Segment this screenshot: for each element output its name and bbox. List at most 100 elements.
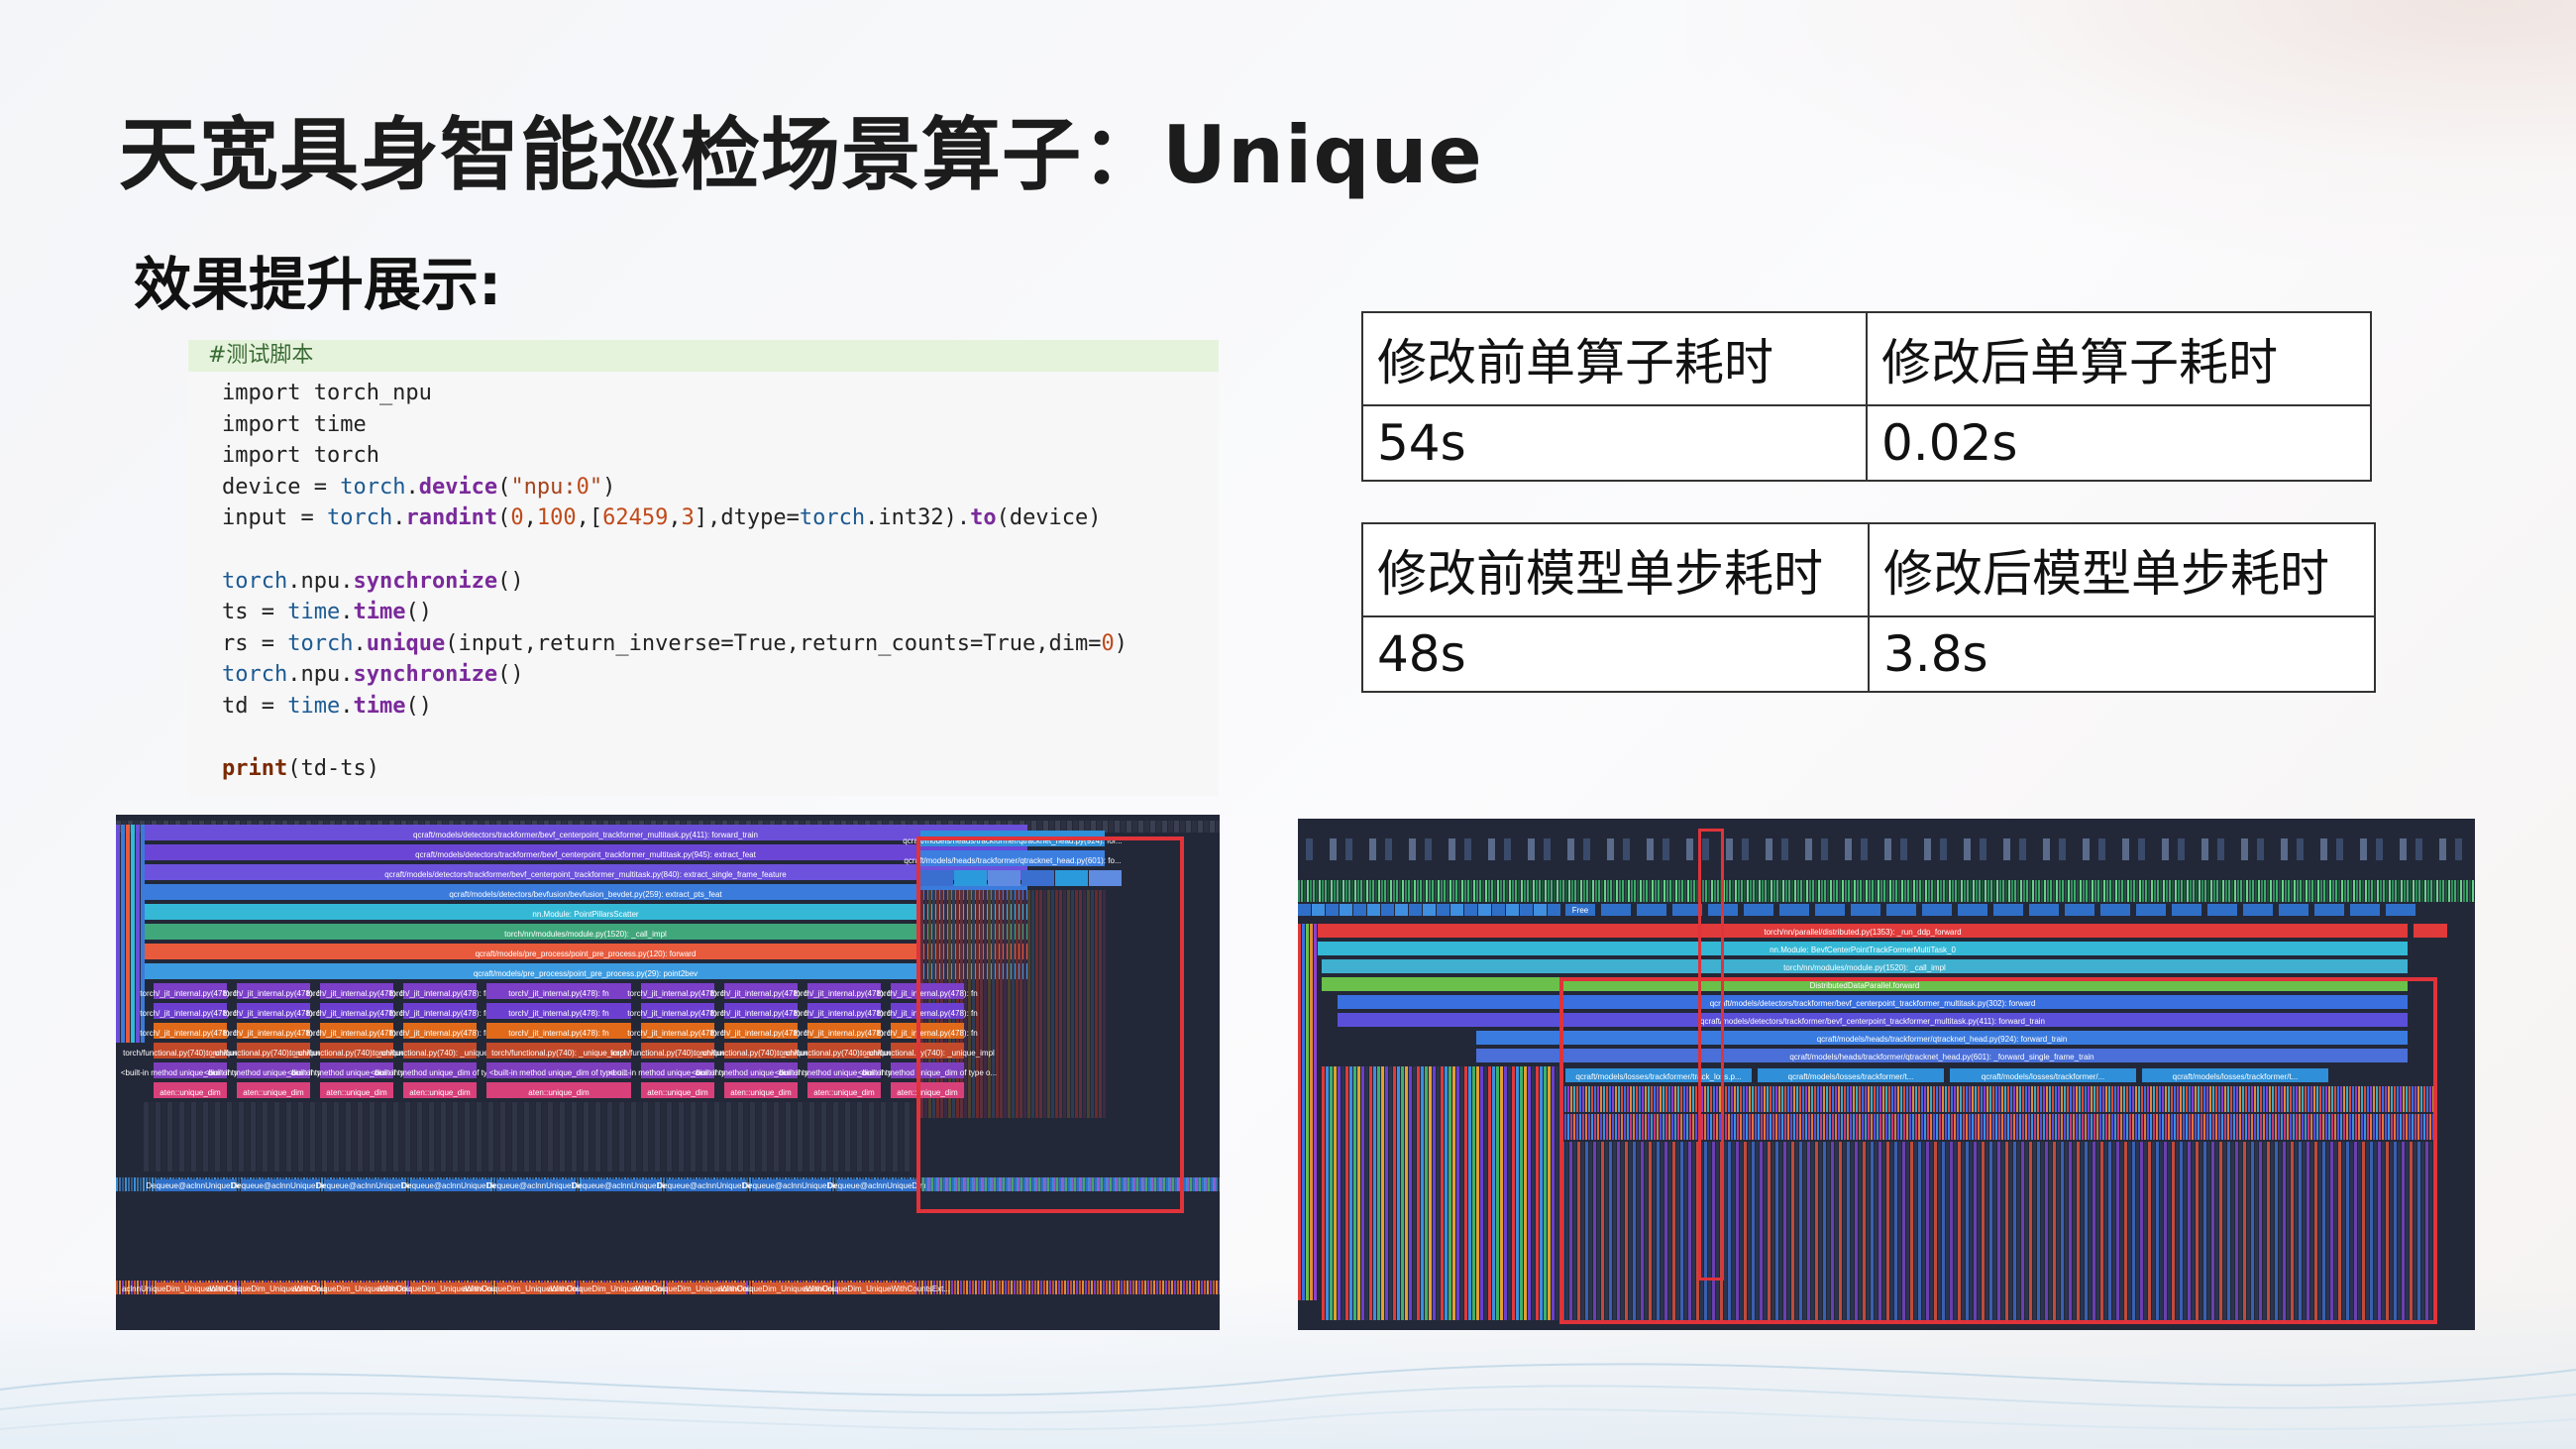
green-activity [1664, 880, 1665, 902]
green-activity [1652, 880, 1654, 902]
idle-area [399, 1102, 404, 1171]
sparse-ticks [1377, 838, 1384, 860]
idle-area [161, 1102, 166, 1171]
sparse-ticks [1663, 838, 1669, 860]
sparse-ticks [1361, 838, 1368, 860]
sparse-ticks [2360, 838, 2367, 860]
idle-area [197, 1102, 202, 1171]
sparse-ticks [1298, 838, 1305, 860]
idle-area [613, 1102, 618, 1171]
green-activity [2297, 880, 2299, 902]
green-activity [1842, 880, 1844, 902]
green-activity [1417, 880, 1419, 902]
idle-area [483, 1102, 487, 1171]
sparse-ticks [2114, 838, 2121, 860]
green-activity [1788, 880, 1790, 902]
model-step-time-table: 修改前模型单步耗时 修改后模型单步耗时 48s 3.8s [1361, 522, 2376, 693]
early-stack [1334, 1066, 1337, 1320]
green-activity [2276, 880, 2278, 902]
flame-bar-label: aten::unique_dim [243, 1088, 304, 1097]
sparse-ticks [2130, 838, 2137, 860]
early-stack [1496, 1066, 1499, 1320]
idle-area [536, 1102, 541, 1171]
aclnn-track [1097, 1281, 1099, 1294]
green-activity [1821, 880, 1823, 902]
background-decoration [1684, 0, 2576, 258]
green-activity [2353, 880, 2355, 902]
green-activity [1946, 880, 1948, 902]
idle-area [471, 1102, 476, 1171]
sparse-ticks [1916, 838, 1923, 860]
aclnn-track [1037, 1281, 1039, 1294]
dequeue-track [131, 1177, 133, 1191]
sparse-ticks [1512, 838, 1519, 860]
green-activity [1806, 880, 1808, 902]
dequeue-dense [1196, 1177, 1198, 1191]
free-cells-left [1409, 904, 1422, 916]
free-cells-left [1367, 904, 1380, 916]
green-activity [2413, 880, 2415, 902]
green-activity [2460, 880, 2462, 902]
idle-area [809, 1102, 814, 1171]
free-cell [2386, 904, 2415, 916]
green-activity [1562, 880, 1564, 902]
idle-area [280, 1102, 285, 1171]
free-cells-left [1353, 904, 1366, 916]
sparse-ticks [1837, 838, 1844, 860]
profiler-after-screenshot: Free torch/nn/parallel/distributed.py(135… [1298, 819, 2475, 1330]
green-activity [1655, 880, 1657, 902]
green-activity [1337, 880, 1339, 902]
timeline-ruler [1156, 821, 1161, 833]
sparse-ticks [1544, 838, 1551, 860]
sparse-ticks [2067, 838, 2074, 860]
flame-bar-label: torch/_jit_internal.py(478): fn [508, 1029, 608, 1038]
green-activity [2323, 880, 2325, 902]
green-activity [1423, 880, 1425, 902]
sparse-ticks [2011, 838, 2018, 860]
free-cell [2065, 904, 2094, 916]
green-activity [2127, 880, 2129, 902]
aclnn-track [1165, 1281, 1167, 1294]
green-activity [1839, 880, 1841, 902]
free-cell [1779, 904, 1809, 916]
header-before-model: 修改前模型单步耗时 [1361, 522, 1870, 617]
idle-area [251, 1102, 256, 1171]
green-activity [2374, 880, 2376, 902]
free-cell [1993, 904, 2023, 916]
green-activity [2240, 880, 2242, 902]
green-activity [1610, 880, 1612, 902]
aclnn-track [960, 1281, 962, 1294]
idle-area [512, 1102, 517, 1171]
green-activity [1542, 880, 1544, 902]
timeline-ruler [1115, 821, 1120, 833]
early-stack [1516, 1066, 1519, 1320]
aclnn-track [1076, 1281, 1078, 1294]
operator-time-table: 修改前单算子耗时 修改后单算子耗时 54s 0.02s [1361, 311, 2372, 482]
green-activity [1898, 880, 1900, 902]
free-cells-left [1534, 904, 1547, 916]
sparse-ticks [1845, 838, 1852, 860]
early-stack [1540, 1066, 1543, 1320]
green-activity [2279, 880, 2281, 902]
timeline-ruler [1150, 821, 1155, 833]
dequeue-dense [1190, 1177, 1192, 1191]
idle-area [845, 1102, 850, 1171]
free-cells-left [1520, 904, 1533, 916]
green-activity [2038, 880, 2040, 902]
green-activity [1476, 880, 1478, 902]
green-activity [2080, 880, 2082, 902]
green-activity [2222, 880, 2224, 902]
green-activity [1461, 880, 1463, 902]
green-activity [2196, 880, 2198, 902]
idle-area [524, 1102, 529, 1171]
sparse-ticks [1734, 838, 1741, 860]
green-activity [2445, 880, 2447, 902]
green-activity [1913, 880, 1915, 902]
dequeue-track [128, 1177, 130, 1191]
green-activity [1860, 880, 1862, 902]
timeline-ruler [1109, 821, 1114, 833]
idle-area [590, 1102, 594, 1171]
green-activity [1509, 880, 1511, 902]
idle-area [631, 1102, 636, 1171]
green-activity [1491, 880, 1493, 902]
